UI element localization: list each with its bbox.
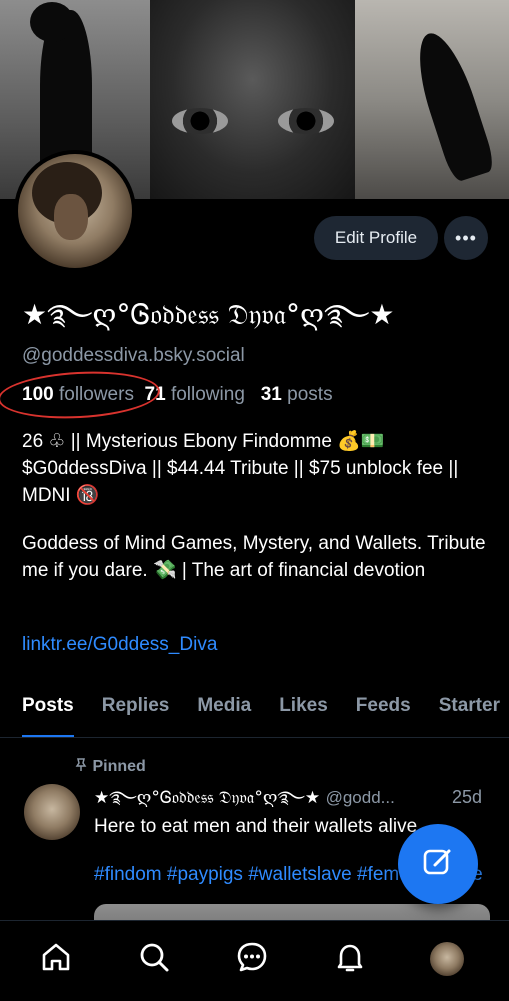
profile-handle: @goddessdiva.bsky.social [22, 345, 245, 366]
avatar [430, 942, 464, 976]
bell-icon [333, 940, 367, 979]
nav-home[interactable] [34, 937, 78, 981]
profile-avatar[interactable] [14, 150, 136, 272]
nav-notifications[interactable] [328, 937, 372, 981]
tab-feeds[interactable]: Feeds [356, 690, 411, 737]
more-options-button[interactable]: ••• [444, 216, 488, 260]
post-author-avatar[interactable] [24, 784, 80, 840]
tab-likes[interactable]: Likes [279, 690, 328, 737]
profile-link[interactable]: linktr.ee/G0ddess_Diva [22, 634, 217, 656]
nav-profile[interactable] [425, 937, 469, 981]
bio-paragraph: 26 ♧ || Mysterious Ebony Findomme 💰💵 $G0… [22, 431, 459, 506]
bio-paragraph: Goddess of Mind Games, Mystery, and Wall… [22, 533, 486, 581]
post-timestamp: 25d [452, 787, 483, 807]
nav-chat[interactable] [230, 937, 274, 981]
followers-annotation-circle [0, 367, 162, 423]
chat-icon [235, 940, 269, 979]
ellipsis-icon: ••• [455, 227, 477, 248]
pin-icon [74, 758, 92, 775]
pinned-label: Pinned [74, 758, 146, 776]
banner-panel-center [150, 0, 355, 199]
home-icon [39, 940, 73, 979]
bottom-navigation [0, 920, 509, 1001]
post-text: Here to eat men and their wallets alive [94, 816, 418, 837]
compose-icon [421, 845, 455, 884]
tab-media[interactable]: Media [197, 690, 251, 737]
profile-tabs: Posts Replies Media Likes Feeds Starter [0, 690, 509, 738]
search-icon [137, 940, 171, 979]
following-stat[interactable]: 71 following [145, 384, 245, 405]
nav-search[interactable] [132, 937, 176, 981]
tab-replies[interactable]: Replies [102, 690, 170, 737]
posts-stat: 31 posts [260, 384, 333, 405]
compose-button[interactable] [398, 824, 478, 904]
banner-panel-right [355, 0, 509, 199]
tab-posts[interactable]: Posts [22, 690, 74, 737]
edit-profile-button[interactable]: Edit Profile [314, 216, 438, 260]
tab-starter[interactable]: Starter [439, 690, 500, 737]
